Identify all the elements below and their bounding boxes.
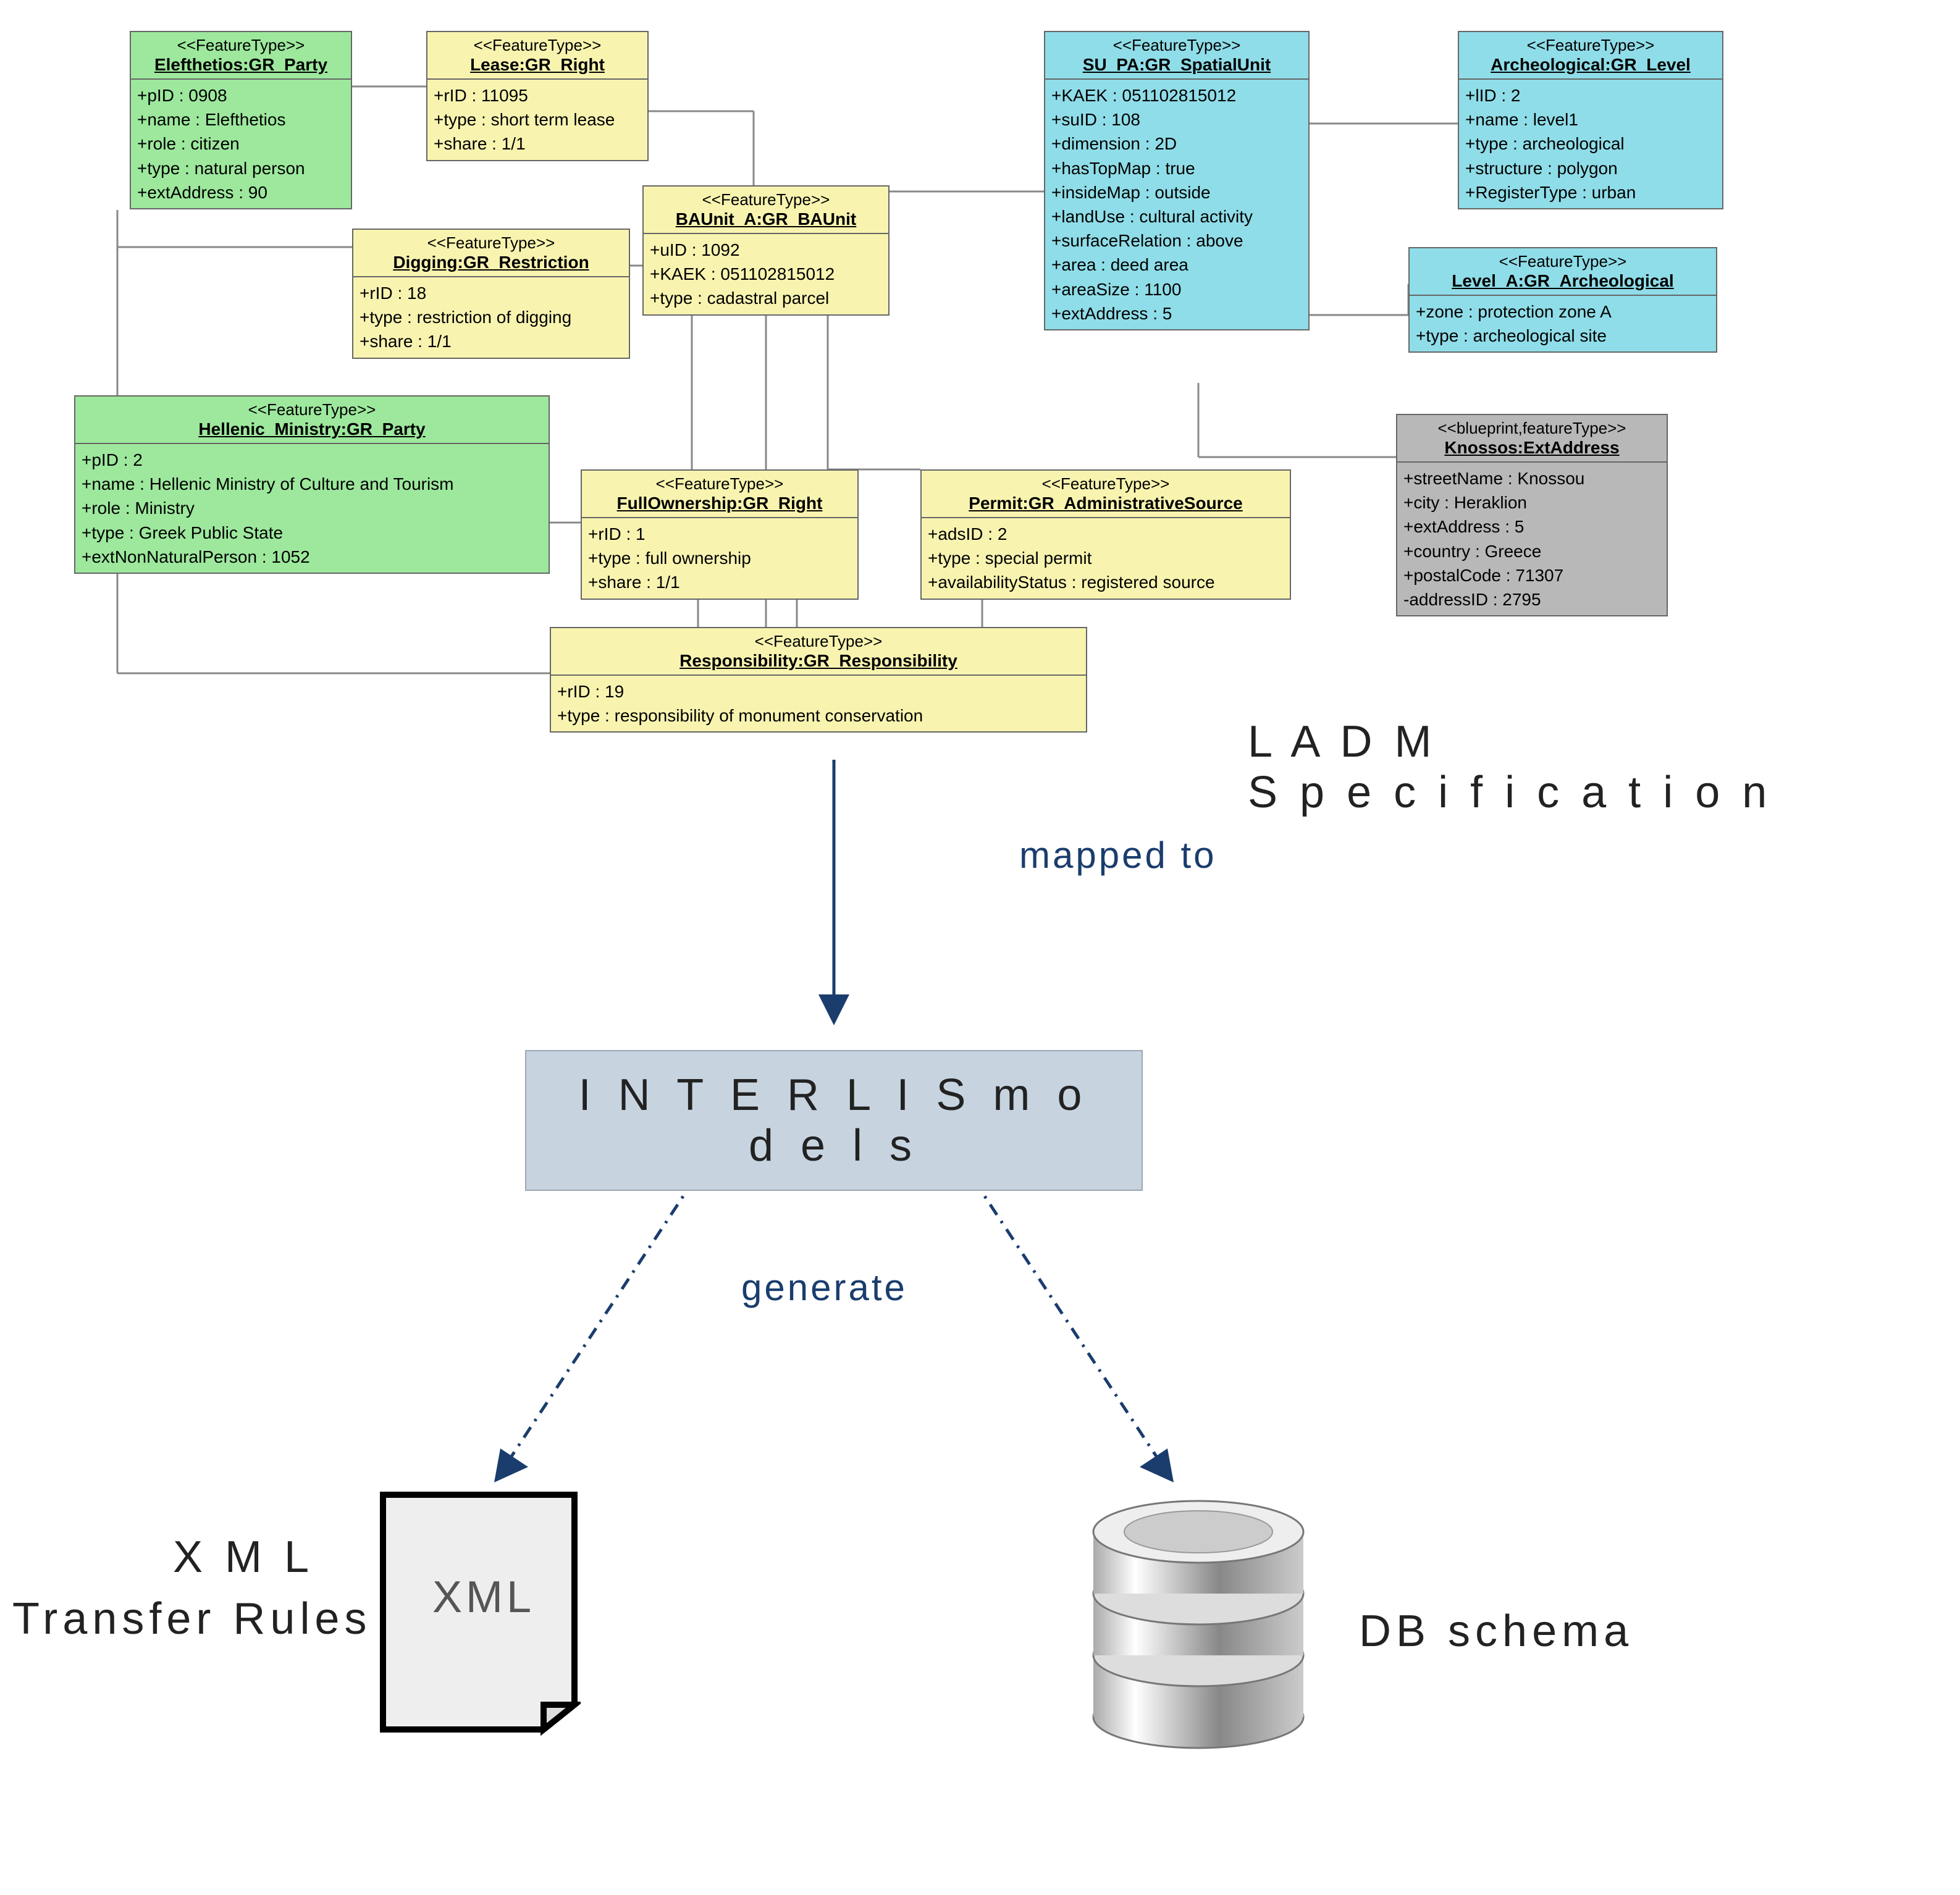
- db-icon: [1081, 1482, 1316, 1757]
- db-label: DB schema: [1359, 1606, 1633, 1657]
- generate-label: generate: [741, 1266, 907, 1309]
- xml-label-1: X M L: [173, 1532, 314, 1582]
- xml-doc-icon: XML: [377, 1489, 581, 1739]
- xml-label-2: Transfer Rules: [12, 1594, 371, 1644]
- interlis-box: I N T E R L I S m o d e l s: [525, 1050, 1143, 1191]
- xml-badge: XML: [432, 1573, 535, 1622]
